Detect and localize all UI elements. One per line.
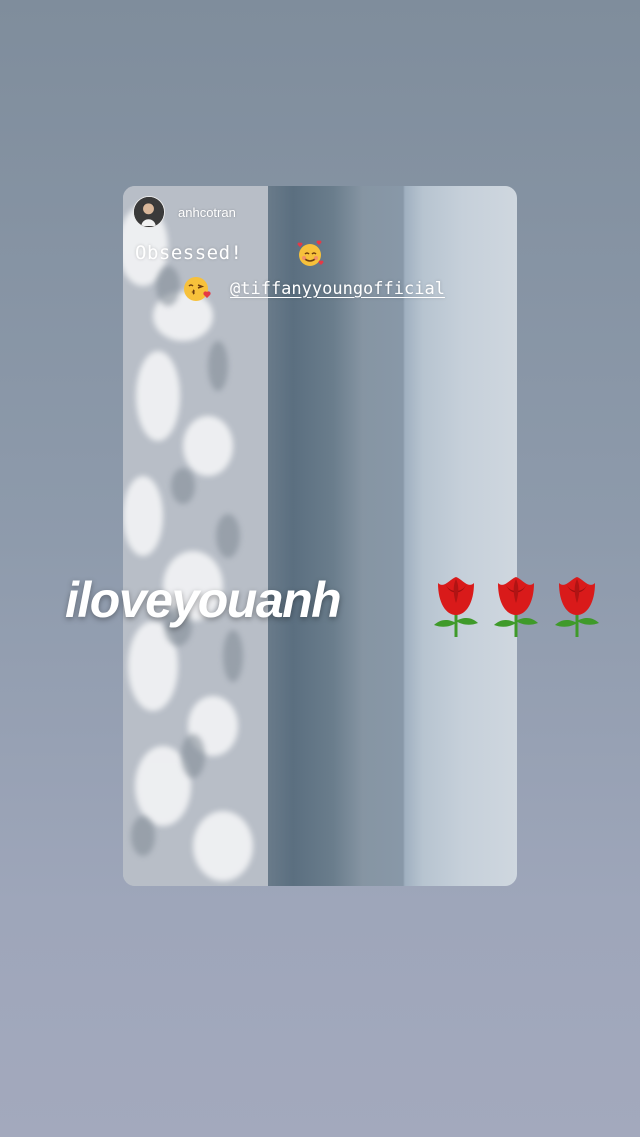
- shared-post-card[interactable]: anhcotran Obsessed! @tiffanyyoungofficia…: [123, 186, 517, 886]
- rose-icon: [434, 577, 478, 637]
- rose-icon: [494, 577, 538, 637]
- face-blowing-a-kiss-icon: [184, 277, 211, 301]
- rose-icon: [555, 577, 599, 637]
- username[interactable]: anhcotran: [178, 205, 236, 220]
- overlay-text: iloveyouanh: [65, 572, 342, 628]
- smiling-face-with-hearts-icon: [297, 240, 324, 266]
- profile-photo: [134, 197, 163, 226]
- caption-text: Obsessed!: [135, 242, 243, 264]
- mention-link[interactable]: @tiffanyyoungofficial: [230, 279, 445, 299]
- avatar[interactable]: [133, 196, 165, 228]
